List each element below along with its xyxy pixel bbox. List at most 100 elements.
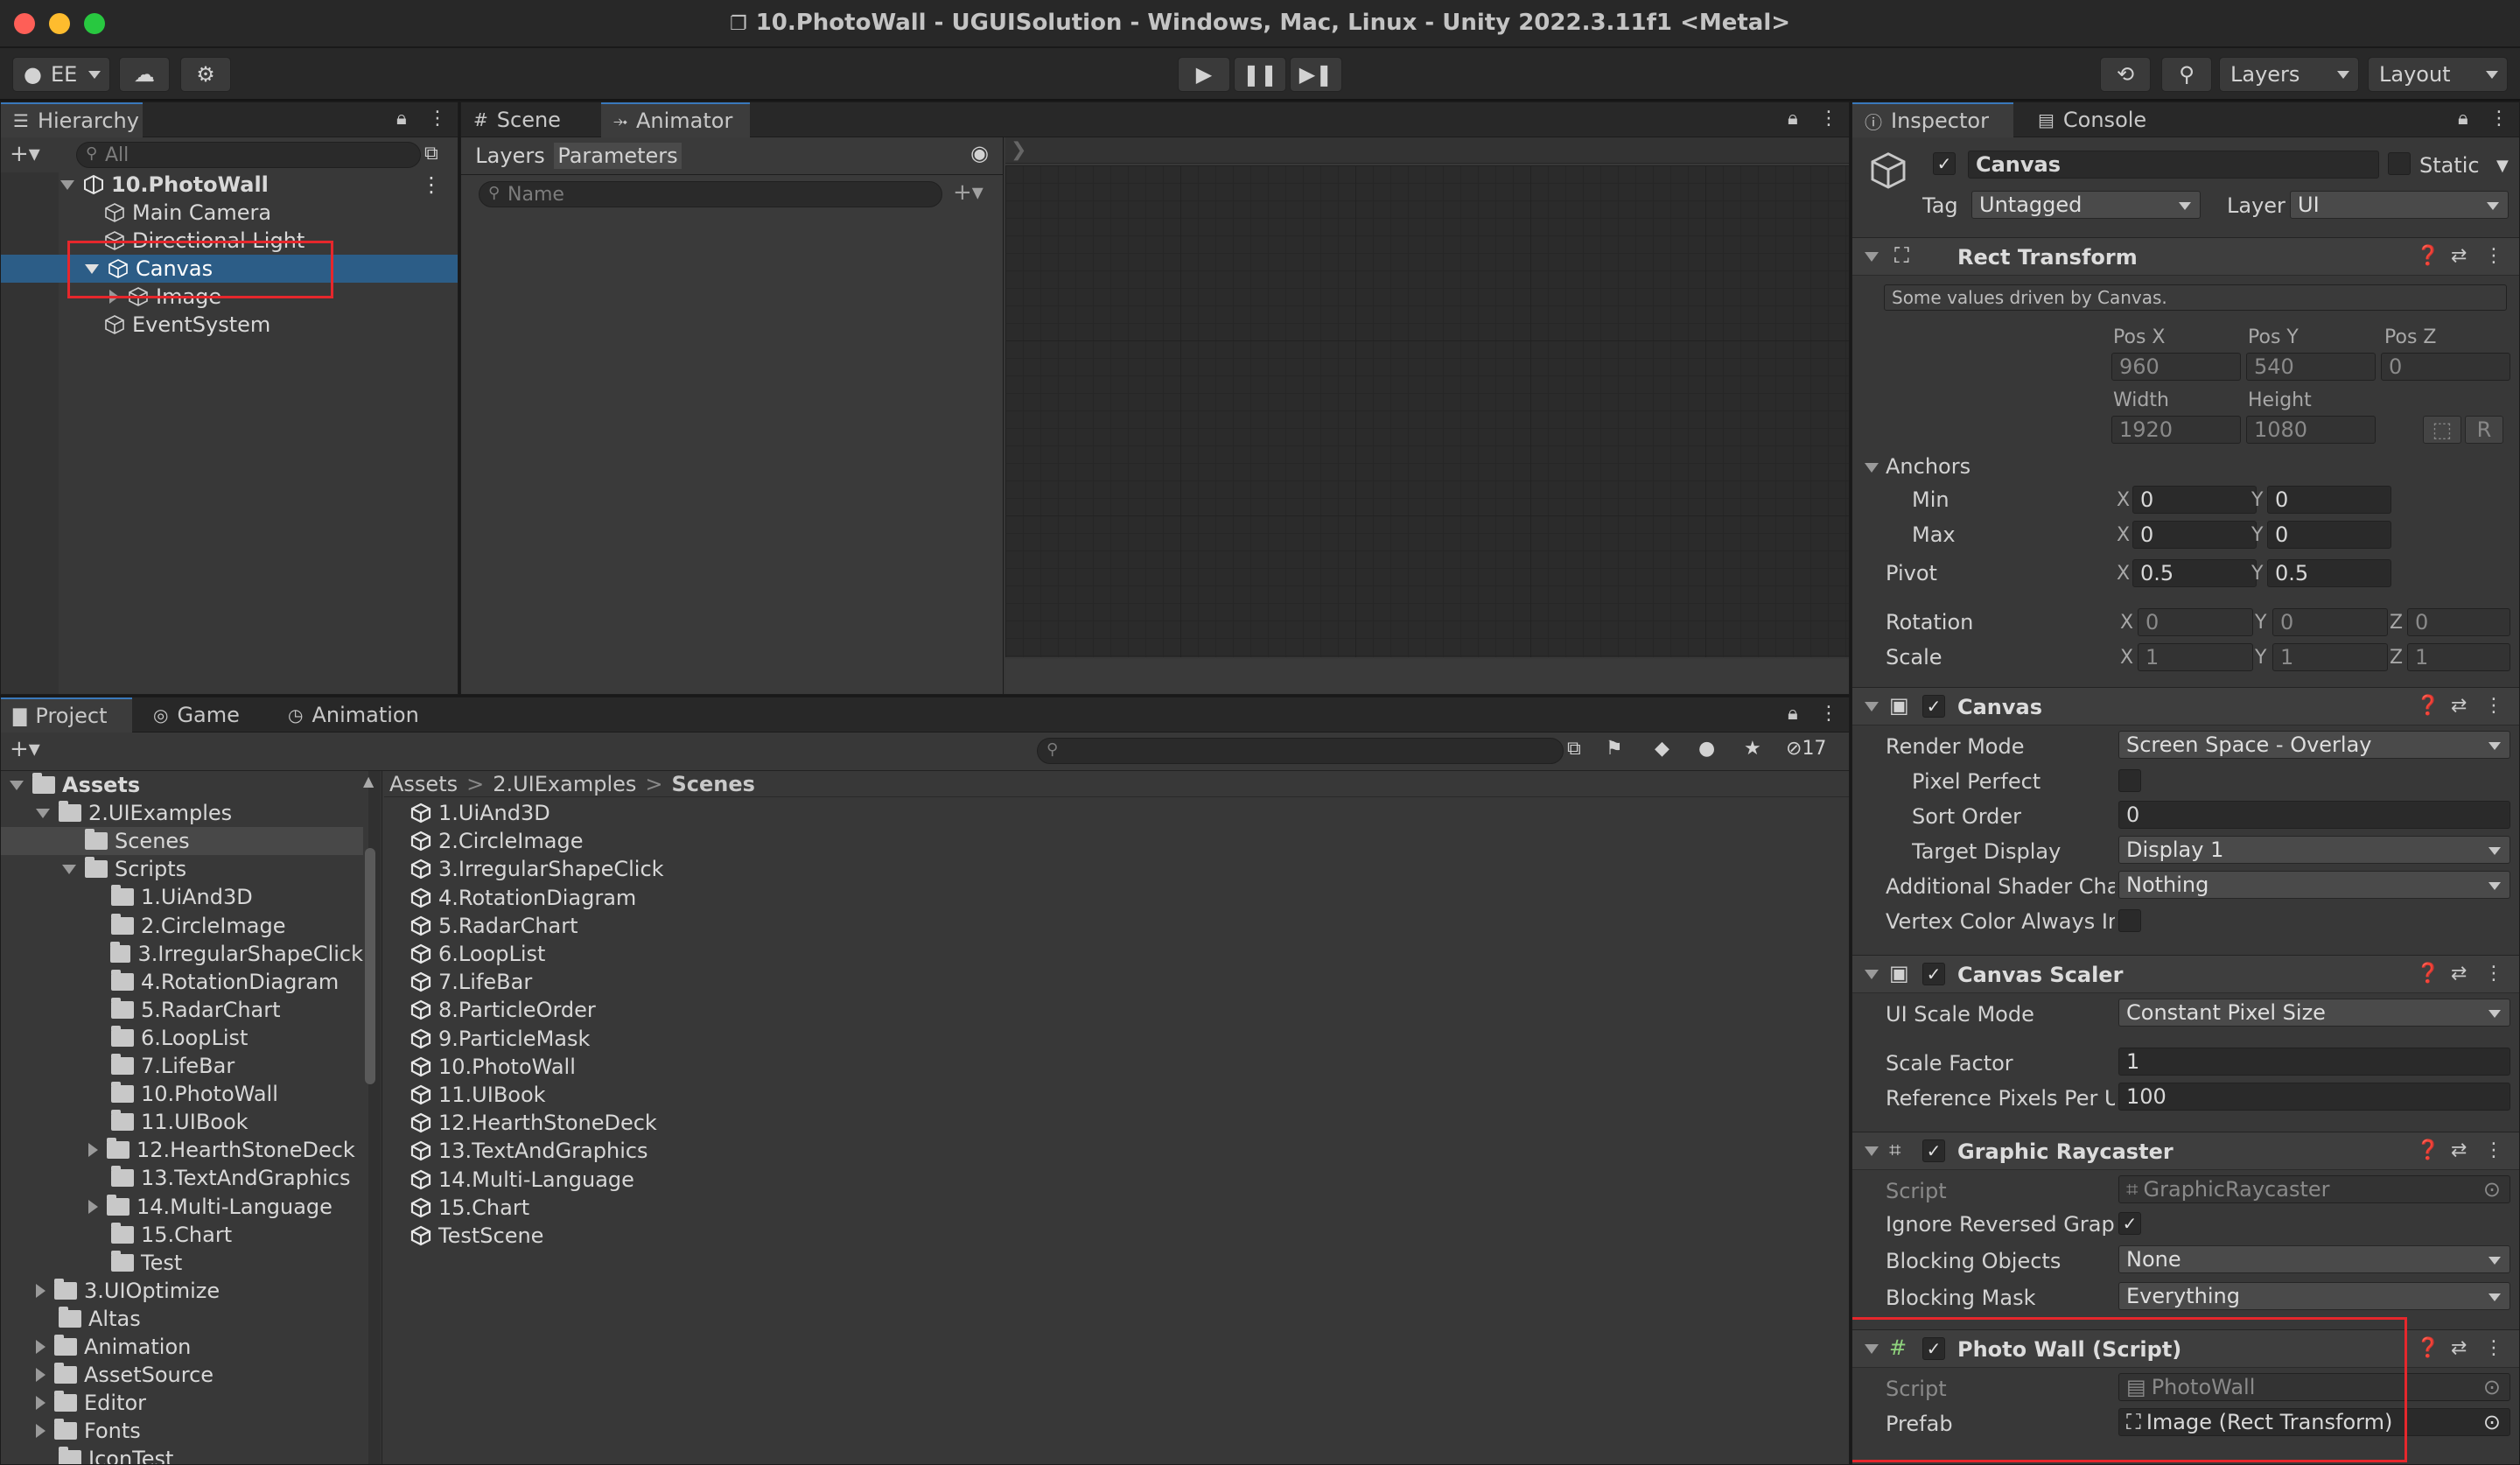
lock-icon[interactable]: 🔒︎ bbox=[2458, 108, 2468, 130]
component-menu-icon[interactable]: ⋮ bbox=[2484, 245, 2503, 267]
panel-menu-icon[interactable]: ⋮ bbox=[2489, 108, 2509, 130]
folder-tree-item[interactable]: 4.RotationDiagram bbox=[1, 968, 363, 996]
panel-menu-icon[interactable]: ⋮ bbox=[1819, 703, 1838, 725]
tag-dropdown[interactable]: Untagged bbox=[1971, 191, 2201, 219]
pixel-perfect-checkbox[interactable] bbox=[2118, 769, 2141, 792]
canvas-component-header[interactable]: ▣ ✓ Canvas ❓ ⇄ ⋮ bbox=[1852, 687, 2519, 725]
hierarchy-item-main-camera[interactable]: Main Camera bbox=[104, 199, 271, 227]
folder-tree-item[interactable]: AssetSource bbox=[1, 1361, 363, 1389]
file-list-item[interactable]: 10.PhotoWall bbox=[410, 1053, 576, 1081]
pos-y-input[interactable]: 540 bbox=[2246, 353, 2376, 381]
file-list-item[interactable]: 11.UIBook bbox=[410, 1081, 546, 1109]
folder-tree-item[interactable]: 5.RadarChart bbox=[1, 996, 363, 1024]
hierarchy-search-input[interactable]: ⚲ All bbox=[76, 142, 421, 168]
lock-icon[interactable]: 🔒︎ bbox=[1788, 703, 1798, 725]
static-checkbox[interactable] bbox=[2388, 152, 2411, 175]
component-menu-icon[interactable]: ⋮ bbox=[2484, 1139, 2503, 1161]
folder-tree-item[interactable]: Fonts bbox=[1, 1417, 363, 1445]
breadcrumb-item[interactable]: Assets bbox=[389, 772, 458, 796]
raycaster-enabled-checkbox[interactable]: ✓ bbox=[1922, 1139, 1945, 1162]
collapse-icon[interactable] bbox=[1865, 970, 1879, 979]
anchor-min-x-input[interactable]: 0 bbox=[2132, 486, 2257, 514]
layout-dropdown[interactable]: Layout bbox=[2368, 57, 2508, 92]
sort-order-input[interactable]: 0 bbox=[2118, 801, 2510, 829]
scroll-up-icon[interactable]: ▲ bbox=[363, 773, 374, 789]
preset-icon[interactable]: ⇄ bbox=[2451, 695, 2467, 717]
favorite-star-icon[interactable]: ★ bbox=[1744, 738, 1761, 760]
eye-icon[interactable]: ◉ bbox=[970, 141, 989, 165]
tab-game[interactable]: ◎ Game bbox=[141, 697, 272, 732]
add-parameter-button[interactable]: +▾ bbox=[953, 179, 984, 206]
object-name-input[interactable]: Canvas bbox=[1968, 151, 2379, 179]
folder-tree-item[interactable]: Editor bbox=[1, 1389, 363, 1417]
help-icon[interactable]: ❓ bbox=[2416, 963, 2440, 985]
tab-animation[interactable]: ◷ Animation bbox=[276, 697, 451, 732]
tree-scrollbar-thumb[interactable] bbox=[365, 848, 375, 1084]
folder-tree-item[interactable]: 2.UIExamples bbox=[1, 799, 363, 827]
label-icon[interactable]: ◆ bbox=[1655, 738, 1670, 760]
component-menu-icon[interactable]: ⋮ bbox=[2484, 1337, 2503, 1359]
width-input[interactable]: 1920 bbox=[2111, 416, 2241, 444]
file-list-item[interactable]: 7.LifeBar bbox=[410, 968, 532, 996]
file-list-item[interactable]: 8.ParticleOrder bbox=[410, 996, 596, 1024]
help-icon[interactable]: ❓ bbox=[2416, 695, 2440, 717]
scale-y-input[interactable]: 1 bbox=[2272, 643, 2388, 671]
expand-icon[interactable] bbox=[36, 1340, 46, 1354]
ui-scale-mode-dropdown[interactable]: Constant Pixel Size bbox=[2118, 999, 2510, 1027]
anchors-label[interactable]: Anchors bbox=[1886, 454, 1970, 479]
folder-tree-item[interactable]: 3.IrregularShapeClick bbox=[1, 940, 363, 968]
object-picker-icon[interactable]: ⊙ bbox=[2483, 1410, 2501, 1434]
ignore-reversed-checkbox[interactable]: ✓ bbox=[2118, 1212, 2141, 1235]
layers-dropdown[interactable]: Layers bbox=[2219, 57, 2359, 92]
component-menu-icon[interactable]: ⋮ bbox=[2484, 695, 2503, 717]
file-list-item[interactable]: 6.LoopList bbox=[410, 940, 545, 968]
file-list-item[interactable]: 9.ParticleMask bbox=[410, 1025, 590, 1053]
folder-tree-item[interactable]: 1.UiAnd3D bbox=[1, 883, 363, 911]
file-list-item[interactable]: 4.RotationDiagram bbox=[410, 884, 636, 912]
help-icon[interactable]: ❓ bbox=[2416, 1337, 2440, 1359]
shader-channels-dropdown[interactable]: Nothing bbox=[2118, 871, 2510, 899]
folder-tree-item[interactable]: Altas bbox=[1, 1305, 363, 1333]
collapse-icon[interactable] bbox=[1865, 252, 1879, 262]
scale-factor-input[interactable]: 1 bbox=[2118, 1048, 2510, 1076]
panel-menu-icon[interactable]: ⋮ bbox=[428, 108, 447, 130]
pivot-y-input[interactable]: 0.5 bbox=[2267, 559, 2391, 587]
file-list-item[interactable]: 1.UiAnd3D bbox=[410, 799, 550, 827]
pivot-x-input[interactable]: 0.5 bbox=[2132, 559, 2257, 587]
rotation-z-input[interactable]: 0 bbox=[2407, 608, 2510, 636]
lock-icon[interactable]: 🔒︎ bbox=[396, 108, 407, 130]
active-checkbox[interactable]: ✓ bbox=[1933, 152, 1956, 175]
file-list-item[interactable]: TestScene bbox=[410, 1222, 543, 1250]
breadcrumb-item[interactable]: Scenes bbox=[672, 772, 755, 796]
folder-tree-item[interactable]: Test bbox=[1, 1249, 363, 1277]
hidden-count-badge[interactable]: ⊘17 bbox=[1786, 738, 1826, 760]
anchors-foldout-icon[interactable] bbox=[1865, 463, 1879, 473]
tab-hierarchy[interactable]: ☰ Hierarchy bbox=[1, 102, 143, 137]
folder-tree-item[interactable]: 7.LifeBar bbox=[1, 1052, 363, 1080]
file-list-item[interactable]: 14.Multi-Language bbox=[410, 1166, 634, 1194]
folder-tree-item[interactable]: 3.UIOptimize bbox=[1, 1277, 363, 1305]
collapse-icon[interactable] bbox=[1865, 1146, 1879, 1156]
raw-edit-button[interactable]: R bbox=[2465, 416, 2503, 444]
folder-tree-item[interactable]: 13.TextAndGraphics bbox=[1, 1164, 363, 1192]
expand-icon[interactable] bbox=[36, 1368, 46, 1383]
blocking-objects-dropdown[interactable]: None bbox=[2118, 1245, 2510, 1273]
anchor-max-y-input[interactable]: 0 bbox=[2267, 521, 2391, 549]
tab-scene[interactable]: # Scene bbox=[461, 102, 592, 137]
hierarchy-item-scene[interactable]: 10.PhotoWall ⋮ bbox=[60, 171, 456, 199]
lock-icon[interactable]: 🔒︎ bbox=[1788, 108, 1798, 130]
filter-type-icon[interactable]: ⚑ bbox=[1606, 738, 1623, 760]
component-menu-icon[interactable]: ⋮ bbox=[2484, 963, 2503, 985]
height-input[interactable]: 1080 bbox=[2246, 416, 2376, 444]
expand-icon[interactable] bbox=[36, 1424, 46, 1439]
rotation-y-input[interactable]: 0 bbox=[2272, 608, 2388, 636]
canvas-scaler-enabled-checkbox[interactable]: ✓ bbox=[1922, 963, 1945, 985]
preset-icon[interactable]: ⇄ bbox=[2451, 963, 2467, 985]
canvas-scaler-header[interactable]: ▣ ✓ Canvas Scaler ❓ ⇄ ⋮ bbox=[1852, 955, 2519, 993]
folder-tree-item[interactable]: 6.LoopList bbox=[1, 1024, 363, 1052]
animator-tab-layers[interactable]: Layers bbox=[470, 143, 550, 169]
chevron-down-icon[interactable]: ▼ bbox=[2496, 157, 2509, 175]
layer-dropdown[interactable]: UI bbox=[2290, 191, 2509, 219]
scene-menu-icon[interactable]: ⋮ bbox=[421, 172, 442, 197]
target-display-dropdown[interactable]: Display 1 bbox=[2118, 836, 2510, 864]
